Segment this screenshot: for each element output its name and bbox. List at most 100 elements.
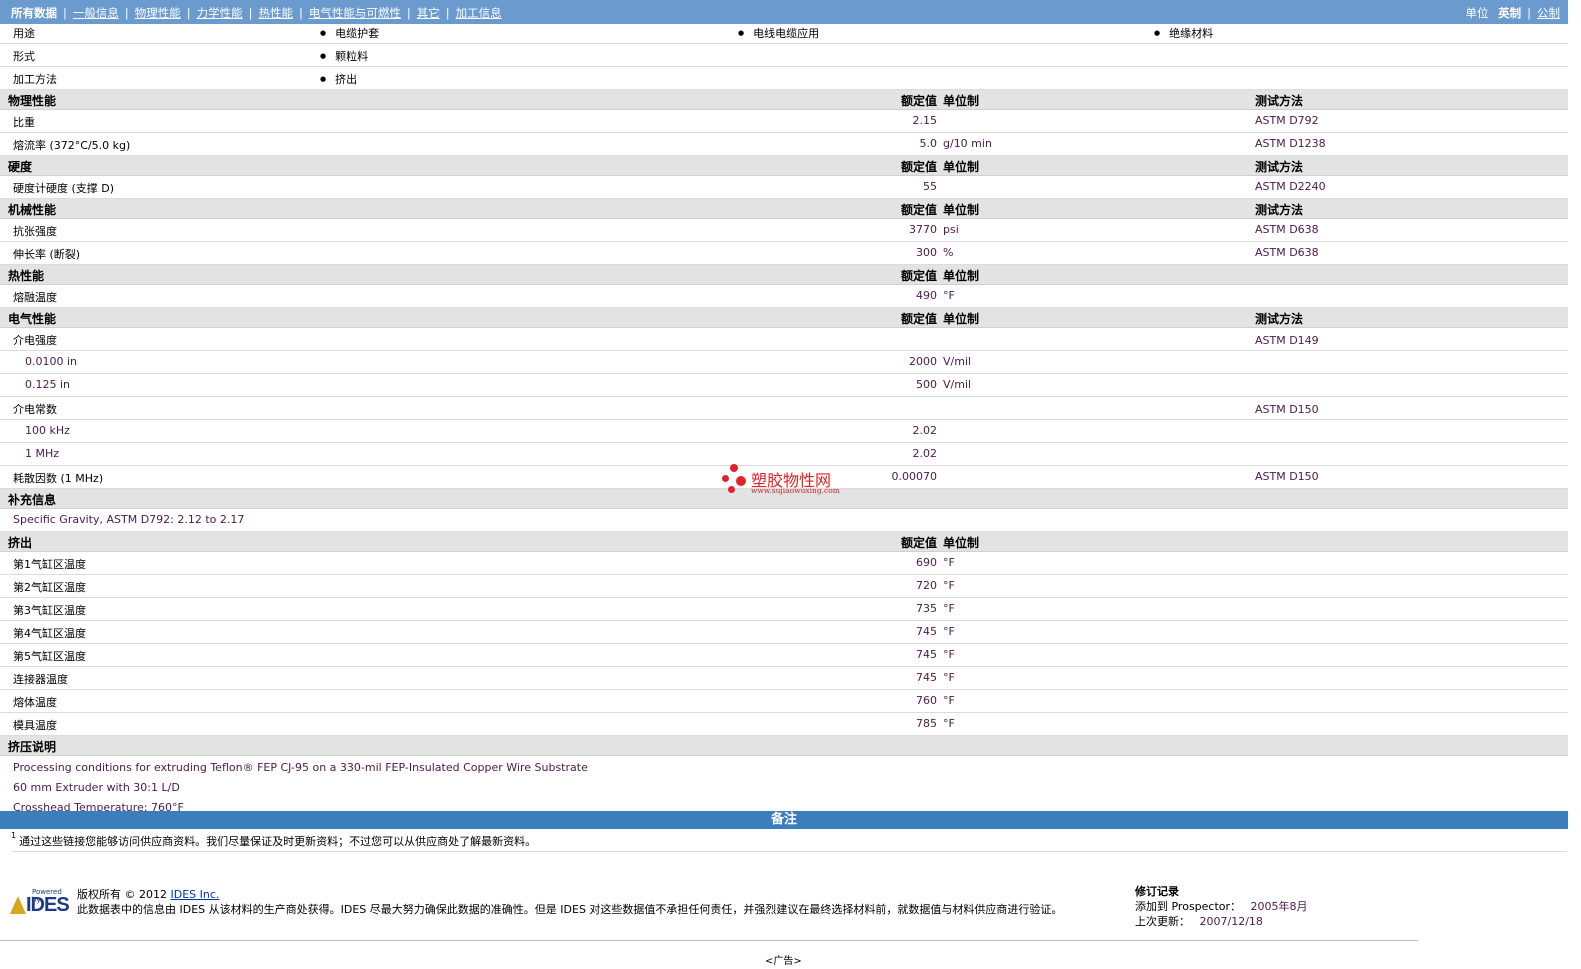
property-value: 0.00070 — [891, 470, 938, 483]
ides-triangle-icon — [10, 896, 26, 914]
supplement-text: Specific Gravity, ASTM D792: 2.12 to 2.1… — [13, 513, 245, 526]
table-row: 第4气缸区温度 745 °F — [0, 621, 1568, 644]
nav-processing[interactable]: 加工信息 — [456, 6, 502, 20]
general-value: 挤出 — [320, 71, 357, 87]
property-value: 735 — [916, 602, 937, 615]
col-unit-header: 单位制 — [943, 94, 980, 108]
col-unit-header: 单位制 — [943, 536, 980, 550]
general-row: 加工方法 挤出 — [0, 67, 1568, 90]
property-value: 55 — [923, 180, 937, 193]
nav-general-info[interactable]: 一般信息 — [73, 6, 119, 20]
section-title: 挤出 — [8, 536, 33, 550]
top-nav: 所有数据 | 一般信息 | 物理性能 | 力学性能 | 热性能 | 电气性能与可燃性 | 其它 | 加工信息… — [0, 0, 1568, 24]
table-row: 熔体温度 760 °F — [0, 690, 1568, 713]
col-value-header: 额定值 — [900, 160, 937, 174]
section-header-thermal: 热性能 额定值 单位制 — [0, 265, 1568, 285]
nav-separator: | — [406, 6, 411, 20]
section-title: 热性能 — [8, 269, 45, 283]
nav-separator: | — [299, 6, 303, 20]
property-unit: °F — [943, 579, 955, 592]
table-row: 伸长率 (断裂) 300 % ASTM D638 — [0, 242, 1568, 265]
general-label: 加工方法 — [13, 73, 57, 86]
table-row: 第1气缸区温度 690 °F — [0, 552, 1568, 575]
table-row: 熔融温度 490 °F — [0, 285, 1568, 308]
property-unit: V/mil — [943, 378, 972, 391]
copyright-line: 版权所有 © 2012 IDES Inc. — [77, 886, 219, 902]
property-unit: °F — [943, 671, 955, 684]
section-title: 硬度 — [8, 160, 33, 174]
table-row: 比重 2.15 ASTM D792 — [0, 110, 1568, 133]
nav-thermal[interactable]: 热性能 — [259, 6, 294, 20]
property-value: 720 — [916, 579, 937, 592]
property-name: 连接器温度 — [13, 673, 68, 686]
property-unit: °F — [943, 556, 955, 569]
property-value: 760 — [916, 694, 937, 707]
col-unit-header: 单位制 — [943, 269, 980, 283]
section-title: 电气性能 — [8, 312, 57, 326]
property-value: 745 — [916, 648, 937, 661]
property-name: 第4气缸区温度 — [13, 627, 86, 640]
general-row: 形式 颗粒料 — [0, 44, 1568, 67]
table-row: 模具温度 785 °F — [0, 713, 1568, 736]
property-value: 2.02 — [912, 424, 938, 437]
property-unit: °F — [943, 694, 955, 707]
section-header-hardness: 硬度 额定值 单位制 测试方法 — [0, 156, 1568, 176]
col-test-header: 测试方法 — [1255, 203, 1304, 217]
advertisement-label: <广告> — [765, 956, 802, 967]
property-name: 模具温度 — [13, 719, 57, 732]
test-method: ASTM D149 — [1255, 334, 1319, 347]
table-row: 介电强度 ASTM D149 — [0, 328, 1568, 351]
col-test-header: 测试方法 — [1255, 160, 1304, 174]
property-value: 490 — [916, 289, 937, 302]
general-value: 颗粒料 — [320, 48, 368, 64]
nav-mechanical[interactable]: 力学性能 — [197, 6, 243, 20]
property-unit: g/10 min — [943, 137, 992, 150]
property-unit: °F — [943, 717, 955, 730]
watermark-url: www.sujiaowuxing.com — [751, 486, 840, 495]
section-title: 机械性能 — [8, 203, 57, 217]
property-name: 耗散因数 (1 MHz) — [13, 472, 104, 485]
table-row: 连接器温度 745 °F — [0, 667, 1568, 690]
table-row: 熔流率 (372°C/5.0 kg) 5.0 g/10 min ASTM D12… — [0, 133, 1568, 156]
general-value: 绝缘材料 — [1154, 25, 1213, 41]
unit-english[interactable]: 英制 — [1498, 6, 1521, 20]
nav-electrical[interactable]: 电气性能与可燃性 — [309, 6, 401, 20]
nav-separator: | — [1527, 6, 1531, 20]
test-method: ASTM D638 — [1255, 246, 1319, 259]
nav-separator: | — [248, 6, 253, 20]
property-condition: 0.0100 in — [25, 355, 78, 368]
nav-other[interactable]: 其它 — [417, 6, 440, 20]
footnote-marker: 1 — [11, 831, 17, 840]
col-value-header: 额定值 — [900, 203, 937, 217]
general-label: 形式 — [13, 50, 35, 63]
property-value: 5.0 — [919, 137, 938, 150]
footnote-text: 通过这些链接您能够访问供应商资料。我们尽量保证及时更新资料；不过您可以从供应商处… — [19, 835, 537, 848]
property-name: 抗张强度 — [13, 225, 57, 238]
property-value: 2.02 — [912, 447, 938, 460]
section-header-physical: 物理性能 额定值 单位制 测试方法 — [0, 90, 1568, 110]
test-method: ASTM D792 — [1255, 114, 1319, 127]
property-name: 伸长率 (断裂) — [13, 248, 81, 261]
property-unit: V/mil — [943, 355, 972, 368]
unit-metric-link[interactable]: 公制 — [1537, 6, 1560, 20]
ides-logo[interactable]: Powered by IDES — [6, 888, 70, 916]
unit-switcher: 单位 英制 | 公制 — [1465, 5, 1560, 21]
table-row: 第5气缸区温度 745 °F — [0, 644, 1568, 667]
nav-physical[interactable]: 物理性能 — [135, 6, 181, 20]
col-value-header: 额定值 — [900, 94, 937, 108]
ides-link[interactable]: IDES Inc. — [171, 888, 220, 901]
test-method: ASTM D638 — [1255, 223, 1319, 236]
property-name: 熔融温度 — [13, 291, 57, 304]
copyright-text: 版权所有 © 2012 — [77, 888, 167, 901]
property-name: 硬度计硬度 (支撑 D) — [13, 182, 115, 195]
property-value: 2.15 — [912, 114, 938, 127]
property-name: 介电常数 — [13, 403, 57, 416]
property-name: 第3气缸区温度 — [13, 604, 86, 617]
datasheet-table: 用途 电缆护套 电线电缆应用 绝缘材料 形式 颗粒料 加工方法 挤出 物理性能 … — [0, 24, 1568, 818]
nav-separator: | — [63, 6, 67, 20]
nav-all-data[interactable]: 所有数据 — [11, 6, 57, 20]
watermark-dot — [722, 475, 729, 482]
watermark-dot — [730, 464, 738, 472]
logo-ides: IDES — [26, 894, 70, 916]
property-unit: % — [943, 246, 954, 259]
